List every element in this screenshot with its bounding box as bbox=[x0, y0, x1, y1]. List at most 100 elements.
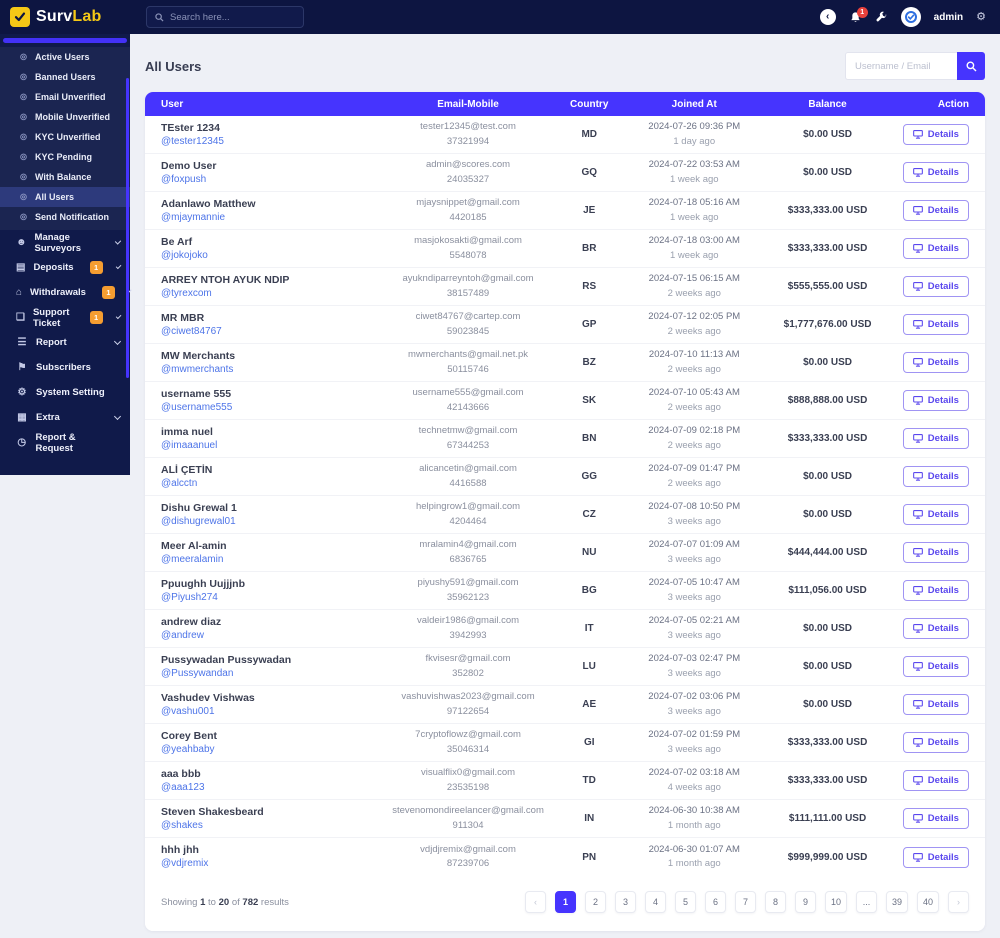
user-name: ARREY NTOH AYUK NDIP bbox=[161, 273, 290, 286]
user-handle-link[interactable]: @shakes bbox=[161, 819, 379, 833]
sidebar-item-report[interactable]: ☰ Report bbox=[0, 330, 130, 355]
wrench-icon[interactable] bbox=[875, 11, 888, 24]
details-button[interactable]: Details bbox=[902, 276, 969, 297]
sidebar-item-email-unverified[interactable]: ◎ Email Unverified bbox=[0, 87, 130, 107]
user-handle-link[interactable]: @foxpush bbox=[161, 173, 379, 187]
sidebar-item-kyc-pending[interactable]: ◎ KYC Pending bbox=[0, 147, 130, 167]
user-country: BR bbox=[581, 243, 597, 254]
topbar-search[interactable] bbox=[146, 6, 304, 28]
user-name: TEster 1234 bbox=[161, 121, 220, 134]
admin-username-label[interactable]: admin bbox=[934, 12, 963, 23]
user-handle-link[interactable]: @meeralamin bbox=[161, 553, 379, 567]
sidebar-item-system-setting[interactable]: ⚙ System Setting bbox=[0, 380, 130, 405]
sidebar-scrollbar[interactable] bbox=[126, 78, 129, 378]
user-name: Corey Bent bbox=[161, 729, 218, 742]
details-button[interactable]: Details bbox=[902, 580, 969, 601]
user-handle-link[interactable]: @aaa123 bbox=[161, 781, 379, 795]
details-label: Details bbox=[927, 813, 959, 824]
page-button-5[interactable]: 5 bbox=[674, 891, 696, 913]
user-handle-link[interactable]: @vashu001 bbox=[161, 705, 379, 719]
page-button-4[interactable]: 4 bbox=[644, 891, 666, 913]
admin-avatar[interactable] bbox=[900, 7, 921, 27]
sidebar-item-support-ticket[interactable]: ❑ Support Ticket 1 bbox=[0, 305, 130, 330]
prev-page-button[interactable]: ‹ bbox=[524, 891, 546, 913]
joined-date: 2024-07-12 02:05 PM bbox=[648, 311, 741, 323]
page-button-6[interactable]: 6 bbox=[704, 891, 726, 913]
table-row: aaa bbb @aaa123 visualflix0@gmail.com 23… bbox=[145, 762, 985, 800]
details-button[interactable]: Details bbox=[902, 238, 969, 259]
details-button[interactable]: Details bbox=[902, 846, 969, 868]
user-search-input[interactable] bbox=[845, 52, 957, 80]
page-button-2[interactable]: 2 bbox=[584, 891, 606, 913]
page-button-40[interactable]: 40 bbox=[916, 891, 939, 913]
settings-gear-icon[interactable]: ⚙ bbox=[976, 11, 986, 23]
circle-dot-icon: ◎ bbox=[20, 92, 27, 101]
user-handle-link[interactable]: @yeahbaby bbox=[161, 743, 379, 757]
details-button[interactable]: Details bbox=[902, 504, 969, 525]
details-button[interactable]: Details bbox=[902, 200, 969, 221]
user-country: TD bbox=[582, 775, 596, 786]
user-mobile: 352802 bbox=[452, 667, 484, 679]
user-handle-link[interactable]: @alcctn bbox=[161, 477, 379, 491]
logo[interactable]: SurvLab bbox=[0, 7, 130, 27]
details-button[interactable]: Details bbox=[902, 314, 969, 335]
user-handle-link[interactable]: @Pussywandan bbox=[161, 667, 379, 681]
details-button[interactable]: Details bbox=[902, 124, 969, 145]
page-button-1[interactable]: 1 bbox=[554, 891, 576, 913]
language-globe-icon[interactable]: ‹ bbox=[819, 9, 836, 25]
details-button[interactable]: Details bbox=[902, 542, 969, 563]
gear-icon: ⚙ bbox=[17, 386, 27, 398]
user-handle-link[interactable]: @tyrexcom bbox=[161, 287, 379, 301]
sidebar-item-deposits[interactable]: ▤ Deposits 1 bbox=[0, 255, 130, 280]
user-handle-link[interactable]: @vdjremix bbox=[161, 857, 379, 871]
details-button[interactable]: Details bbox=[902, 618, 969, 639]
details-button[interactable]: Details bbox=[902, 732, 969, 753]
details-button[interactable]: Details bbox=[902, 428, 969, 449]
sidebar-item-report-request[interactable]: ◷ Report & Request bbox=[0, 430, 130, 455]
user-handle-link[interactable]: @Piyush274 bbox=[161, 591, 379, 605]
user-handle-link[interactable]: @ciwet84767 bbox=[161, 325, 379, 339]
details-button[interactable]: Details bbox=[902, 466, 969, 487]
user-handle-link[interactable]: @mjaymannie bbox=[161, 211, 379, 225]
details-button[interactable]: Details bbox=[902, 162, 969, 183]
page-button-8[interactable]: 8 bbox=[764, 891, 786, 913]
sidebar-item-manage-surveyors[interactable]: ☻ Manage Surveyors bbox=[0, 230, 130, 255]
chevron-down-icon bbox=[114, 237, 122, 245]
sidebar-item-send-notification[interactable]: ◎ Send Notification bbox=[0, 207, 130, 227]
sidebar-item-kyc-unverified[interactable]: ◎ KYC Unverified bbox=[0, 127, 130, 147]
user-handle-link[interactable]: @tester12345 bbox=[161, 135, 379, 149]
details-button[interactable]: Details bbox=[902, 352, 969, 373]
page-button-7[interactable]: 7 bbox=[734, 891, 756, 913]
user-handle-link[interactable]: @mwmerchants bbox=[161, 363, 379, 377]
user-handle-link[interactable]: @andrew bbox=[161, 629, 379, 643]
details-button[interactable]: Details bbox=[902, 694, 969, 715]
page-button-39[interactable]: 39 bbox=[885, 891, 908, 913]
next-page-button[interactable]: › bbox=[948, 891, 969, 913]
topbar-search-input[interactable] bbox=[170, 11, 295, 23]
page-button-10[interactable]: 10 bbox=[824, 891, 847, 913]
sidebar-item-subscribers[interactable]: ⚑ Subscribers bbox=[0, 355, 130, 380]
joined-date: 2024-07-05 10:47 AM bbox=[648, 577, 740, 589]
page-button-9[interactable]: 9 bbox=[794, 891, 816, 913]
sidebar-item-with-balance[interactable]: ◎ With Balance bbox=[0, 167, 130, 187]
user-handle-link[interactable]: @username555 bbox=[161, 401, 379, 415]
page-button-[interactable]: ... bbox=[855, 891, 877, 913]
notification-bell[interactable]: 1 bbox=[849, 6, 868, 24]
user-search-button[interactable] bbox=[957, 52, 985, 80]
sidebar-item-mobile-unverified[interactable]: ◎ Mobile Unverified bbox=[0, 107, 130, 127]
sidebar-item-withdrawals[interactable]: ⌂ Withdrawals 1 bbox=[0, 280, 132, 305]
sidebar-item-banned-users[interactable]: ◎ Banned Users bbox=[0, 67, 130, 87]
joined-ago: 1 week ago bbox=[669, 211, 719, 223]
sidebar-item-all-users[interactable]: ◎ All Users bbox=[0, 187, 130, 207]
page-button-3[interactable]: 3 bbox=[614, 891, 636, 913]
user-handle-link[interactable]: @jokojoko bbox=[161, 249, 379, 263]
details-button[interactable]: Details bbox=[902, 808, 969, 829]
details-button[interactable]: Details bbox=[902, 770, 969, 791]
user-handle-link[interactable]: @dishugrewal01 bbox=[161, 515, 379, 529]
sidebar-item-extra[interactable]: ▦ Extra bbox=[0, 405, 130, 430]
details-button[interactable]: Details bbox=[902, 390, 969, 411]
user-handle-link[interactable]: @imaaanuel bbox=[161, 439, 379, 453]
page-buttons: ‹ 1 2 3 4 5 6 7 8 9 10... 39 40 › bbox=[524, 891, 969, 913]
sidebar-item-active-users[interactable]: ◎ Active Users bbox=[0, 47, 130, 67]
details-button[interactable]: Details bbox=[902, 656, 969, 677]
